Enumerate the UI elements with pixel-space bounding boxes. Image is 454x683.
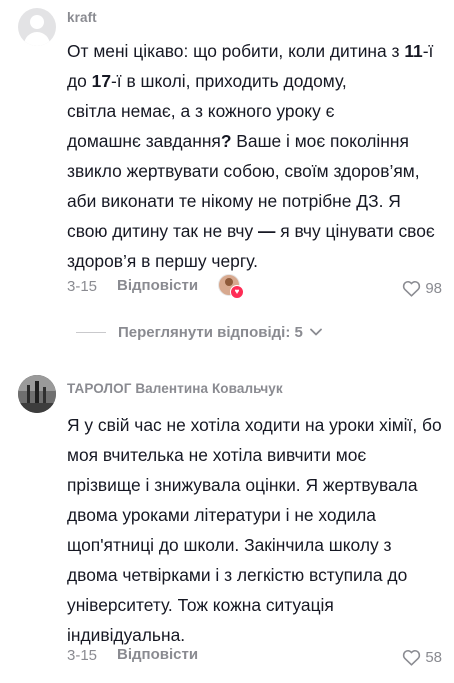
comment-text-part: От мені цікаво: що робити, коли дитина з bbox=[67, 41, 405, 61]
comment-date: 3-15 bbox=[67, 647, 98, 664]
comment-username[interactable]: ТАРОЛОГ Валентина Ковальчук bbox=[67, 381, 283, 396]
comment-meta: 3-15 Відповісти ♥ 98 bbox=[67, 274, 442, 300]
creator-liked-icon: ♥ bbox=[218, 274, 244, 299]
view-replies-button[interactable]: Переглянути відповіді: 5 bbox=[76, 320, 322, 344]
divider-line bbox=[76, 331, 106, 333]
chevron-down-icon bbox=[309, 328, 322, 336]
reply-button[interactable]: Відповісти bbox=[117, 277, 198, 294]
heart-outline-icon bbox=[403, 280, 421, 297]
avatar[interactable] bbox=[18, 8, 56, 46]
avatar-shoulders bbox=[24, 32, 50, 46]
heart-outline-icon bbox=[403, 649, 421, 666]
comment-text-bold: — bbox=[258, 221, 276, 241]
comment-date: 3-15 bbox=[67, 278, 98, 295]
reply-button[interactable]: Відповісти bbox=[117, 646, 198, 663]
comment-text-bold: ? bbox=[220, 131, 232, 151]
comment-meta: 3-15 Відповісти 58 bbox=[67, 645, 442, 669]
comment-text-bold: 11 bbox=[404, 41, 423, 61]
comment-text: От мені цікаво: що робити, коли дитина з… bbox=[67, 36, 442, 276]
like-button[interactable]: 58 bbox=[402, 645, 442, 669]
avatar[interactable] bbox=[18, 375, 56, 413]
like-button[interactable]: 98 bbox=[402, 276, 442, 300]
like-count: 58 bbox=[425, 648, 442, 666]
avatar-image bbox=[18, 375, 56, 413]
avatar-head bbox=[30, 15, 44, 29]
comment-username[interactable]: kraft bbox=[67, 10, 97, 25]
view-replies-label: Переглянути відповіді: 5 bbox=[118, 323, 303, 341]
creator-heart-badge: ♥ bbox=[230, 285, 244, 299]
like-count: 98 bbox=[425, 279, 442, 297]
comment-text-bold: 17 bbox=[91, 71, 111, 91]
comment-text: Я у свій час не хотіла ходити на уроки х… bbox=[67, 415, 442, 645]
